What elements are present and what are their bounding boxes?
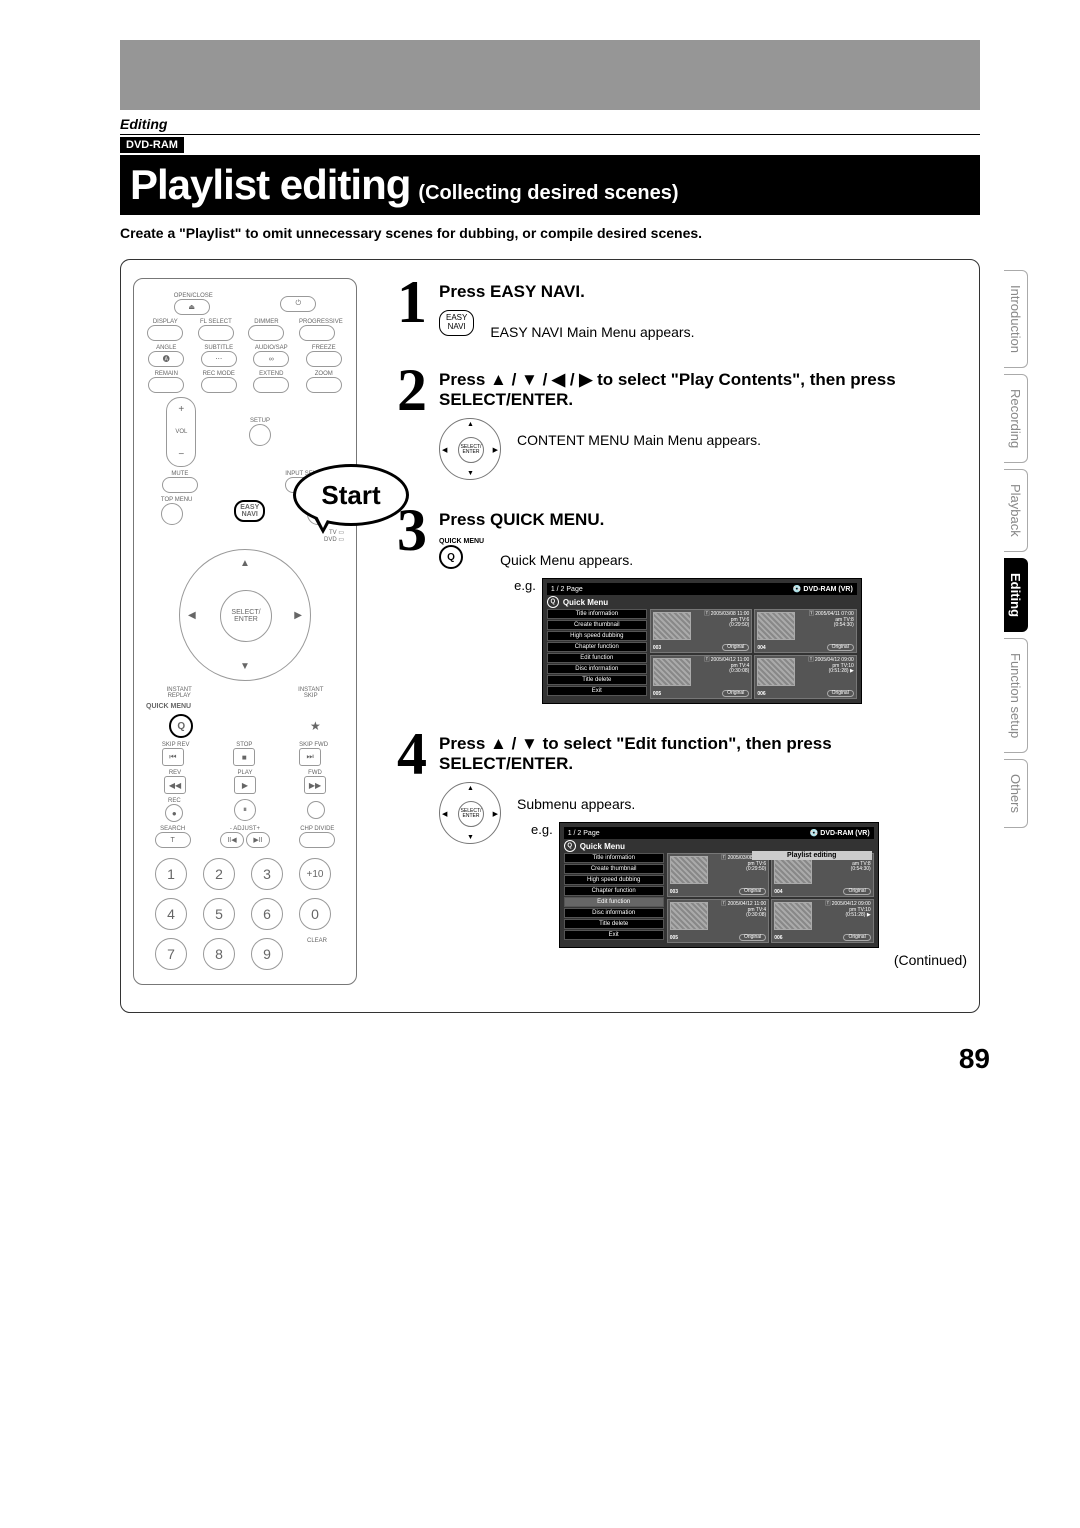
open-close-label: OPEN/CLOSE xyxy=(174,293,213,299)
side-tabs: Introduction Recording Playback Editing Func… xyxy=(1004,270,1044,834)
start-bubble: Start xyxy=(293,464,409,526)
quick-menu-mini-button: Q xyxy=(439,545,463,569)
qm-item: Edit function xyxy=(547,653,647,663)
title-thumbnail: 005 🅃 2005/04/12 11:00pm TV:4(0:30:08) O… xyxy=(650,655,753,699)
step-number: 1 xyxy=(385,278,439,340)
side-tab-others[interactable]: Others xyxy=(1004,759,1028,828)
intro-text: Create a "Playlist" to omit unnecessary … xyxy=(120,225,980,241)
qm-item: Exit xyxy=(547,686,647,696)
title-thumbnail: 004 🅃 2005/04/11 07:00am TV:8(0:54:30) O… xyxy=(754,609,857,653)
step-number: 4 xyxy=(385,730,439,968)
title-thumbnail: 003 🅃 2005/03/08 11:00pm TV:6(0:29:50) O… xyxy=(650,609,753,653)
title-thumbnail: 006 🅃 2005/04/12 09:00pm TV:10(0:51:28) … xyxy=(754,655,857,699)
step-desc: Quick Menu appears. xyxy=(500,552,967,568)
submenu-highlight: Playlist editing xyxy=(752,851,872,860)
disc-type-badge: DVD-RAM xyxy=(120,137,184,153)
quick-menu-label: QUICK MENU xyxy=(146,703,191,710)
section-label: Editing xyxy=(120,116,980,132)
title-main: Playlist editing xyxy=(130,161,410,209)
qm-item: Title delete xyxy=(547,675,647,685)
steps-list: 1 Press EASY NAVI. EASY NAVI EASY NAVI M… xyxy=(385,278,967,994)
eject-button: ⏏ xyxy=(174,299,210,315)
quick-menu-list: Title informationCreate thumbnailHigh sp… xyxy=(564,853,664,943)
qm-item: Edit function xyxy=(564,897,664,907)
mini-dpad-icon: ▲▼◀▶ SELECT/ENTER xyxy=(439,418,501,480)
qm-item: Title information xyxy=(564,853,664,863)
qm-item: Create thumbnail xyxy=(547,620,647,630)
title-sub: (Collecting desired scenes) xyxy=(418,182,678,205)
qm-item: Create thumbnail xyxy=(564,864,664,874)
side-tab-playback[interactable]: Playback xyxy=(1004,469,1028,552)
qm-item: Chapter function xyxy=(564,886,664,896)
mini-dpad-icon: ▲▼◀▶ SELECT/ENTER xyxy=(439,782,501,844)
top-grey-bar xyxy=(120,40,980,110)
page-number: 89 xyxy=(0,1043,990,1075)
side-tab-introduction[interactable]: Introduction xyxy=(1004,270,1028,368)
volume-rocker: +VOL− xyxy=(166,397,196,467)
remote-control-figure: OPEN/CLOSE ⏏ ⏻ DISPLAY FL SELECT DIMMER … xyxy=(133,278,357,985)
step-title: Press ▲ / ▼ / ◀ / ▶ to select "Play Cont… xyxy=(439,370,967,410)
quick-menu-list: Title informationCreate thumbnailHigh sp… xyxy=(547,609,647,699)
power-button: ⏻ xyxy=(280,296,316,312)
continued-label: (Continued) xyxy=(517,952,967,968)
side-tab-editing[interactable]: Editing xyxy=(1004,558,1028,632)
qm-item: Title information xyxy=(547,609,647,619)
step-desc: EASY NAVI Main Menu appears. xyxy=(490,324,967,340)
qm-item: Chapter function xyxy=(547,642,647,652)
side-tab-recording[interactable]: Recording xyxy=(1004,374,1028,463)
step-title: Press QUICK MENU. xyxy=(439,510,967,530)
direction-pad: ▲ ▼ ◀ ▶ SELECT/ ENTER xyxy=(179,549,311,681)
title-thumbnail: 006 🅃 2005/04/12 09:00pm TV:10(0:51:28) … xyxy=(771,899,874,943)
quick-menu-button: Q xyxy=(169,714,193,738)
step-number: 3 xyxy=(385,506,439,704)
content-frame: Start OPEN/CLOSE ⏏ ⏻ DISPLAY FL SELECT D… xyxy=(120,259,980,1013)
side-tab-function setup[interactable]: Function setup xyxy=(1004,638,1028,753)
easy-navi-mini-button: EASY NAVI xyxy=(439,310,474,336)
step-number: 2 xyxy=(385,366,439,480)
step-desc: Submenu appears. xyxy=(517,796,967,812)
step-3: 3 Press QUICK MENU. QUICK MENU Q Quick M… xyxy=(385,506,967,704)
step-desc: CONTENT MENU Main Menu appears. xyxy=(517,432,967,448)
easy-navi-button: EASY NAVI xyxy=(234,500,265,522)
eg-label: e.g. xyxy=(514,578,536,593)
step-title: Press EASY NAVI. xyxy=(439,282,967,302)
menu-screenshot: 1 / 2 Page💿 DVD-RAM (VR) QQuick Menu Tit… xyxy=(542,578,862,704)
step-1: 1 Press EASY NAVI. EASY NAVI EASY NAVI M… xyxy=(385,278,967,340)
qm-item: High speed dubbing xyxy=(547,631,647,641)
select-enter-button: SELECT/ ENTER xyxy=(220,590,272,642)
qm-item: Disc information xyxy=(547,664,647,674)
menu-screenshot: 1 / 2 Page💿 DVD-RAM (VR) QQuick Menu Pla… xyxy=(559,822,879,948)
step-4: 4 Press ▲ / ▼ to select "Edit function",… xyxy=(385,730,967,968)
qm-item: High speed dubbing xyxy=(564,875,664,885)
qm-item: Disc information xyxy=(564,908,664,918)
title-bar: Playlist editing (Collecting desired sce… xyxy=(120,155,980,215)
eg-label: e.g. xyxy=(531,822,553,837)
step-title: Press ▲ / ▼ to select "Edit function", t… xyxy=(439,734,967,774)
number-pad: 1 2 3 +10 4 5 6 0 7 8 9 CLEAR xyxy=(153,858,337,970)
step-2: 2 Press ▲ / ▼ / ◀ / ▶ to select "Play Co… xyxy=(385,366,967,480)
qm-item: Exit xyxy=(564,930,664,940)
title-thumbnail: 005 🅃 2005/04/12 11:00pm TV:4(0:30:08) O… xyxy=(667,899,770,943)
qm-item: Title delete xyxy=(564,919,664,929)
